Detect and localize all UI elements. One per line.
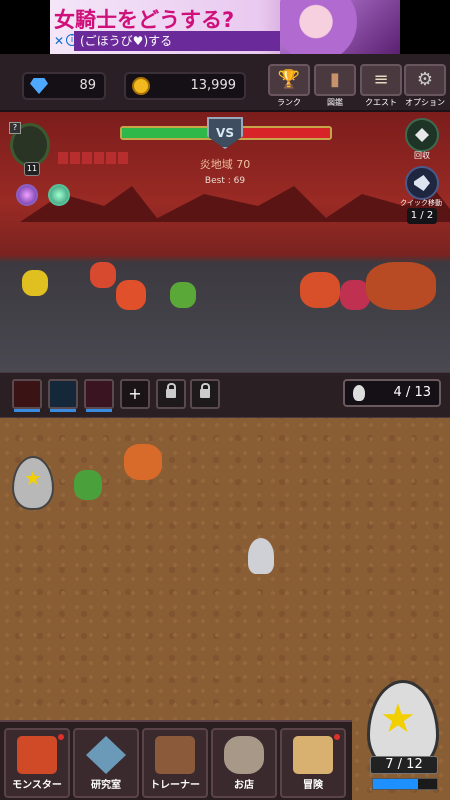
dragon-icon xyxy=(17,736,57,774)
coin-counter[interactable]: 13,999 xyxy=(124,72,246,100)
money-bag-icon xyxy=(224,736,264,774)
nav-adventure[interactable]: 冒険 xyxy=(280,728,346,798)
gem-icon xyxy=(30,78,48,94)
map-icon xyxy=(293,736,333,774)
lock-icon xyxy=(200,383,210,398)
locked-slot xyxy=(156,379,186,409)
collect-button[interactable] xyxy=(405,118,439,152)
book-icon: ▮ xyxy=(314,64,356,96)
enemy-dots-indicator xyxy=(58,152,130,164)
ad-banner[interactable]: 女騎士をどうする? ✕ i (ごほうび♥)する xyxy=(50,0,400,54)
skill-orb-icon[interactable] xyxy=(16,184,38,206)
ad-close-icon[interactable]: ✕ xyxy=(54,34,64,48)
add-party-slot-button[interactable]: + xyxy=(120,379,150,409)
rank-button[interactable]: 🏆 ランク xyxy=(268,64,310,110)
nav-monsters[interactable]: モンスター xyxy=(4,728,70,798)
quest-label: クエスト xyxy=(365,98,397,107)
encyclopedia-label: 図鑑 xyxy=(327,98,343,107)
enemy-monster-sprite xyxy=(300,272,340,308)
ad-subline: (ごほうび♥)する xyxy=(74,31,284,51)
ally-monster-sprite xyxy=(170,282,196,308)
egg-count: 7 / 12 xyxy=(370,756,438,774)
collect-icon xyxy=(415,128,429,142)
nav-adventure-label: 冒険 xyxy=(303,780,323,791)
player-trainer-sprite xyxy=(22,270,48,296)
wing-icon xyxy=(414,175,430,191)
egg-icon xyxy=(353,385,365,401)
party-slot-2[interactable] xyxy=(48,379,78,412)
egg-item[interactable]: ★ xyxy=(12,456,54,510)
collect-label: 回収 xyxy=(414,151,430,160)
gem-counter[interactable]: 89 xyxy=(22,72,106,100)
star-icon: ★ xyxy=(380,696,416,742)
enemy-monster-sprite xyxy=(366,262,436,310)
nav-monsters-label: モンスター xyxy=(12,780,62,791)
field-monster-sprite[interactable] xyxy=(248,538,274,574)
coin-value: 13,999 xyxy=(190,78,237,93)
bottom-nav: モンスター 研究室 トレーナー お店 冒険 xyxy=(0,720,352,800)
nav-lab-label: 研究室 xyxy=(91,780,121,791)
ally-monster-sprite xyxy=(116,280,146,310)
options-button[interactable]: ⚙ オプション xyxy=(404,64,446,110)
party-slot-3[interactable] xyxy=(84,379,114,412)
options-label: オプション xyxy=(405,98,445,107)
quick-move-count: 1 / 2 xyxy=(407,208,437,224)
egg-progress-fill xyxy=(373,779,418,789)
gem-value: 89 xyxy=(79,78,96,93)
egg-progress-bar xyxy=(372,778,438,790)
nav-trainer[interactable]: トレーナー xyxy=(142,728,208,798)
best-record: Best : 69 xyxy=(204,176,246,186)
nav-lab[interactable]: 研究室 xyxy=(73,728,139,798)
top-bar: 89 13,999 🏆 ランク ▮ 図鑑 ≡ クエスト ⚙ オプション xyxy=(0,54,450,112)
monster-capacity[interactable]: 4 / 13 xyxy=(343,379,441,407)
lock-icon xyxy=(166,383,176,398)
encyclopedia-button[interactable]: ▮ 図鑑 xyxy=(314,64,356,110)
star-icon: ★ xyxy=(24,466,42,490)
area-name: 炎地域 70 xyxy=(199,158,251,171)
crystal-icon xyxy=(86,736,126,774)
skill-orb-icon[interactable] xyxy=(48,184,70,206)
quick-move-label: クイック移動 xyxy=(400,199,442,207)
coin-icon xyxy=(132,77,150,95)
gear-icon: ⚙ xyxy=(404,64,446,96)
scroll-icon: ≡ xyxy=(360,64,402,96)
rank-label: ランク xyxy=(277,98,301,107)
party-slot-1[interactable] xyxy=(12,379,42,412)
ad-character-image xyxy=(280,0,400,54)
notification-dot xyxy=(334,734,340,740)
ally-monster-sprite xyxy=(90,262,116,288)
quest-button[interactable]: ≡ クエスト xyxy=(360,64,402,110)
field-monster-sprite[interactable] xyxy=(124,444,162,480)
trainer-level: 11 xyxy=(24,162,40,176)
field-monster-sprite[interactable] xyxy=(74,470,102,500)
locked-slot xyxy=(190,379,220,409)
help-icon[interactable]: ? xyxy=(9,122,21,134)
ad-headline: 女騎士をどうする? xyxy=(54,8,235,32)
trainer-avatar[interactable]: ? 11 xyxy=(9,122,50,176)
nav-trainer-label: トレーナー xyxy=(150,780,200,791)
nav-shop-label: お店 xyxy=(234,780,254,791)
battle-scene xyxy=(0,112,450,372)
notification-dot xyxy=(58,734,64,740)
trophy-icon: 🏆 xyxy=(268,64,310,96)
capacity-value: 4 / 13 xyxy=(393,385,431,400)
nav-shop[interactable]: お店 xyxy=(211,728,277,798)
quick-move-button[interactable] xyxy=(405,166,439,200)
trainer-icon xyxy=(155,736,195,774)
